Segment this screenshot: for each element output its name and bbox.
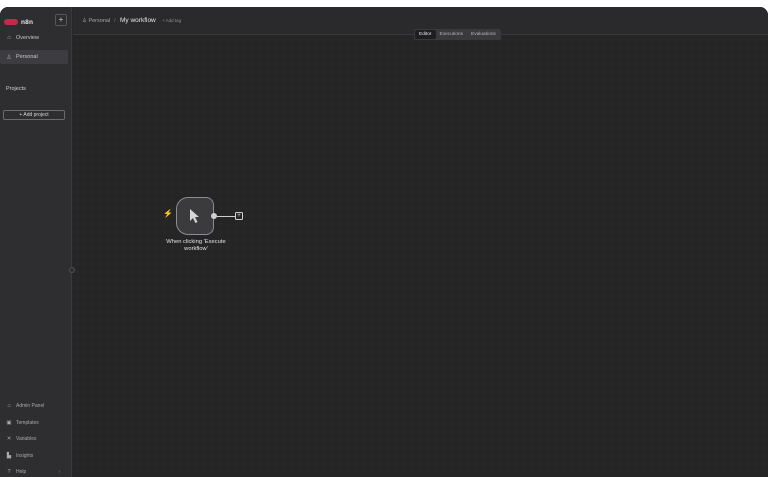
create-new-button[interactable]: + <box>55 14 67 26</box>
help-icon: ? <box>7 469 11 475</box>
trigger-node[interactable] <box>176 197 214 235</box>
sidebar-item-label: Admin Panel <box>16 403 45 409</box>
lightning-bolt-icon: ⚡ <box>163 209 173 218</box>
trigger-node-label: When clicking 'Execute workflow' <box>166 239 226 252</box>
app-window: n8n + ⌂ Overview ♙ Personal Projects + A… <box>0 7 768 477</box>
tab-evaluations[interactable]: Evaluations <box>467 30 500 39</box>
sidebar: n8n + ⌂ Overview ♙ Personal Projects + A… <box>0 7 72 477</box>
sidebar-item-personal[interactable]: ♙ Personal <box>0 50 68 64</box>
add-node-button[interactable]: + <box>235 212 243 220</box>
variables-icon: ✕ <box>6 436 12 442</box>
breadcrumb-project[interactable]: ♙ Personal <box>82 18 110 24</box>
templates-icon: ▣ <box>6 420 12 426</box>
workflow-name[interactable]: My workflow <box>120 17 156 24</box>
sidebar-item-templates[interactable]: ▣ Templates <box>0 417 70 429</box>
sidebar-collapse-handle[interactable] <box>69 267 75 273</box>
tab-editor[interactable]: Editor <box>415 30 436 39</box>
brand[interactable]: n8n <box>4 16 33 28</box>
node-output-connector <box>217 215 235 217</box>
sidebar-item-label: Help <box>16 469 27 475</box>
projects-heading: Projects <box>6 86 26 92</box>
add-project-button[interactable]: + Add project <box>3 110 65 120</box>
n8n-logo-icon <box>4 19 18 25</box>
cursor-pointer-icon <box>190 209 199 223</box>
view-tabs: Editor Executions Evaluations <box>414 29 501 40</box>
user-icon: ♙ <box>6 54 12 61</box>
sidebar-item-variables[interactable]: ✕ Variables <box>0 433 70 445</box>
home-icon: ⌂ <box>7 35 11 41</box>
insights-icon: ▙ <box>6 453 12 459</box>
sidebar-item-label: Overview <box>16 35 39 41</box>
sidebar-item-insights[interactable]: ▙ Insights <box>0 450 70 462</box>
workflow-canvas[interactable]: ⚡ + When clicking 'Execute workflow' <box>73 36 768 477</box>
sidebar-item-label: Personal <box>16 54 38 60</box>
sidebar-item-help[interactable]: ? Help › <box>0 466 70 477</box>
sidebar-item-label: Variables <box>16 436 37 442</box>
brand-name: n8n <box>21 18 34 26</box>
breadcrumb-separator: / <box>114 18 116 24</box>
sidebar-item-label: Templates <box>16 420 39 426</box>
sidebar-item-overview[interactable]: ⌂ Overview <box>0 31 68 45</box>
sidebar-item-label: Insights <box>16 453 34 459</box>
admin-icon: ⌂ <box>7 403 11 409</box>
chevron-right-icon: › <box>58 469 60 475</box>
add-tag-button[interactable]: + Add tag <box>162 18 181 23</box>
sidebar-item-admin-panel[interactable]: ⌂ Admin Panel <box>0 400 70 412</box>
tab-executions[interactable]: Executions <box>436 30 467 39</box>
